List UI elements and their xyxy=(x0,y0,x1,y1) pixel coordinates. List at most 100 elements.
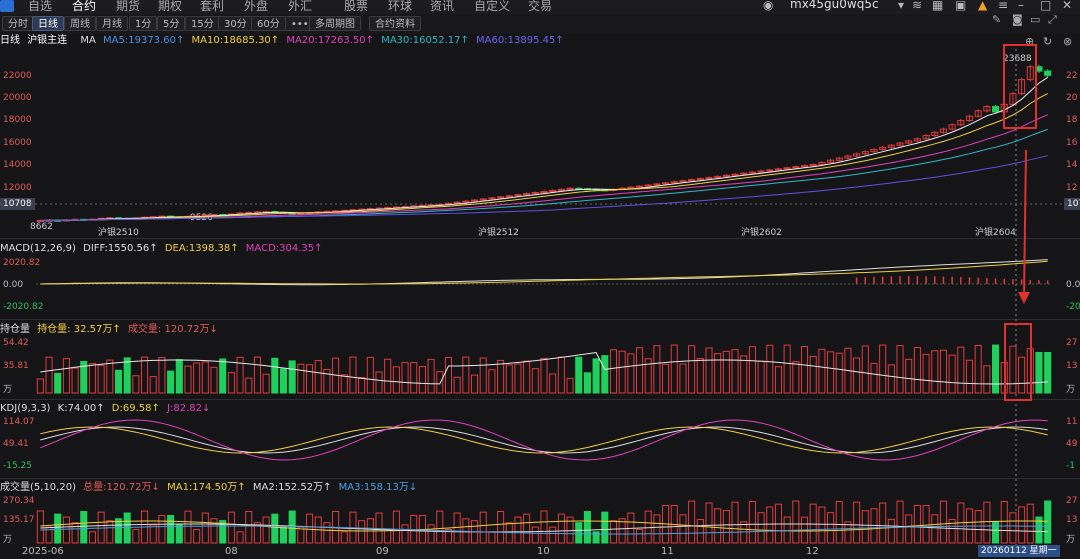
volume-bar xyxy=(575,522,583,544)
volume-bar xyxy=(635,528,644,544)
oi-volume-bar xyxy=(931,350,939,394)
oi-volume-bar xyxy=(444,356,453,394)
volume-bar xyxy=(879,502,887,544)
oi-volume-bar xyxy=(635,347,644,394)
oi-volume-bar xyxy=(609,349,618,394)
volume-bar xyxy=(392,510,400,544)
volume-bar xyxy=(748,501,756,544)
oi-volume-bar xyxy=(297,363,305,394)
volume-bar xyxy=(106,520,114,544)
ma10-line xyxy=(40,93,1048,221)
kline-chart-canvas[interactable] xyxy=(0,0,1080,559)
oi-volume-bar xyxy=(531,368,539,394)
volume-bar xyxy=(384,528,392,544)
oi-volume-bar xyxy=(340,374,348,394)
oi-volume-bar xyxy=(757,360,765,394)
volume-bar xyxy=(62,516,70,544)
volume-bar xyxy=(974,510,982,544)
oi-volume-bar xyxy=(731,349,739,394)
volume-bar xyxy=(1044,500,1052,544)
oi-volume-bar xyxy=(462,356,470,394)
volume-bar xyxy=(54,513,62,544)
volume-bar xyxy=(731,501,739,544)
volume-bar xyxy=(1000,500,1008,544)
oi-volume-bar xyxy=(201,361,209,394)
annotation-arrow-shaft xyxy=(1023,149,1027,297)
volume-bar xyxy=(262,516,270,544)
volume-bar xyxy=(514,516,522,544)
volume-bar xyxy=(358,520,366,544)
volume-bar xyxy=(427,524,435,544)
oi-volume-bar xyxy=(948,354,956,394)
volume-bar xyxy=(983,501,991,544)
oi-volume-bar xyxy=(401,361,409,394)
oi-volume-bar xyxy=(314,360,322,394)
oi-volume-bar xyxy=(774,366,783,394)
volume-bar xyxy=(88,531,96,544)
volume-bar xyxy=(375,512,383,544)
oi-volume-bar xyxy=(71,367,79,394)
oi-volume-bar xyxy=(514,363,522,394)
volume-bar xyxy=(644,510,652,544)
oi-volume-bar xyxy=(410,362,418,394)
oi-volume-bar xyxy=(557,356,565,394)
oi-volume-bar xyxy=(922,353,930,394)
volume-bar xyxy=(618,518,626,544)
volume-bar xyxy=(305,513,314,544)
oi-volume-bar xyxy=(696,358,704,394)
oi-volume-bar xyxy=(853,357,861,394)
oi-volume-bar xyxy=(861,345,869,394)
oi-volume-bar xyxy=(219,358,227,394)
annotation-arrow-head xyxy=(1018,292,1030,304)
volume-bar xyxy=(714,508,722,544)
oi-volume-bar xyxy=(288,360,296,394)
volume-bar xyxy=(497,511,505,544)
volume-bar xyxy=(827,512,835,544)
volume-bar xyxy=(913,504,921,544)
oi-volume-bar xyxy=(688,345,696,394)
oi-volume-bar xyxy=(905,358,913,394)
oi-volume-bar xyxy=(566,377,574,394)
oi-volume-bar xyxy=(253,356,261,394)
volume-bar xyxy=(436,510,444,544)
volume-bar xyxy=(540,510,548,544)
oi-volume-bar xyxy=(809,355,817,394)
volume-bar xyxy=(653,514,661,544)
candle-body xyxy=(992,106,1000,113)
oi-volume-bar xyxy=(184,365,192,394)
oi-volume-bar xyxy=(392,366,400,394)
oi-volume-bar xyxy=(505,364,513,394)
oi-volume-bar xyxy=(149,376,157,394)
oi-volume-bar xyxy=(965,359,974,394)
volume-bar xyxy=(818,506,826,544)
oi-volume-bar xyxy=(479,357,487,394)
oi-volume-bar xyxy=(879,344,887,394)
oi-volume-bar xyxy=(653,345,661,394)
volume-bar xyxy=(227,511,235,544)
volume-bar xyxy=(896,500,904,544)
volume-bar xyxy=(705,502,713,544)
volume-bar xyxy=(792,500,800,544)
oi-volume-bar xyxy=(592,358,600,394)
oi-volume-bar xyxy=(227,372,235,394)
volume-bar xyxy=(323,522,331,544)
oi-volume-bar xyxy=(549,373,557,394)
volume-bar xyxy=(583,511,591,544)
oi-volume-bar xyxy=(679,363,687,394)
volume-bar xyxy=(149,524,157,544)
kdj-k-line xyxy=(40,426,1048,454)
oi-volume-bar xyxy=(939,349,947,394)
volume-bar xyxy=(549,526,557,544)
oi-volume-bar xyxy=(358,377,366,394)
volume-bar xyxy=(123,512,131,544)
oi-volume-bar xyxy=(123,357,131,394)
oi-volume-bar xyxy=(957,346,965,394)
oi-volume-bar xyxy=(618,350,626,394)
oi-volume-bar xyxy=(887,364,895,394)
oi-volume-bar xyxy=(88,363,96,394)
oi-volume-bar xyxy=(575,356,583,394)
volume-bar xyxy=(523,513,531,544)
volume-bar xyxy=(271,513,279,544)
oi-volume-bar xyxy=(670,344,678,394)
macd-dea-line xyxy=(40,260,1048,285)
